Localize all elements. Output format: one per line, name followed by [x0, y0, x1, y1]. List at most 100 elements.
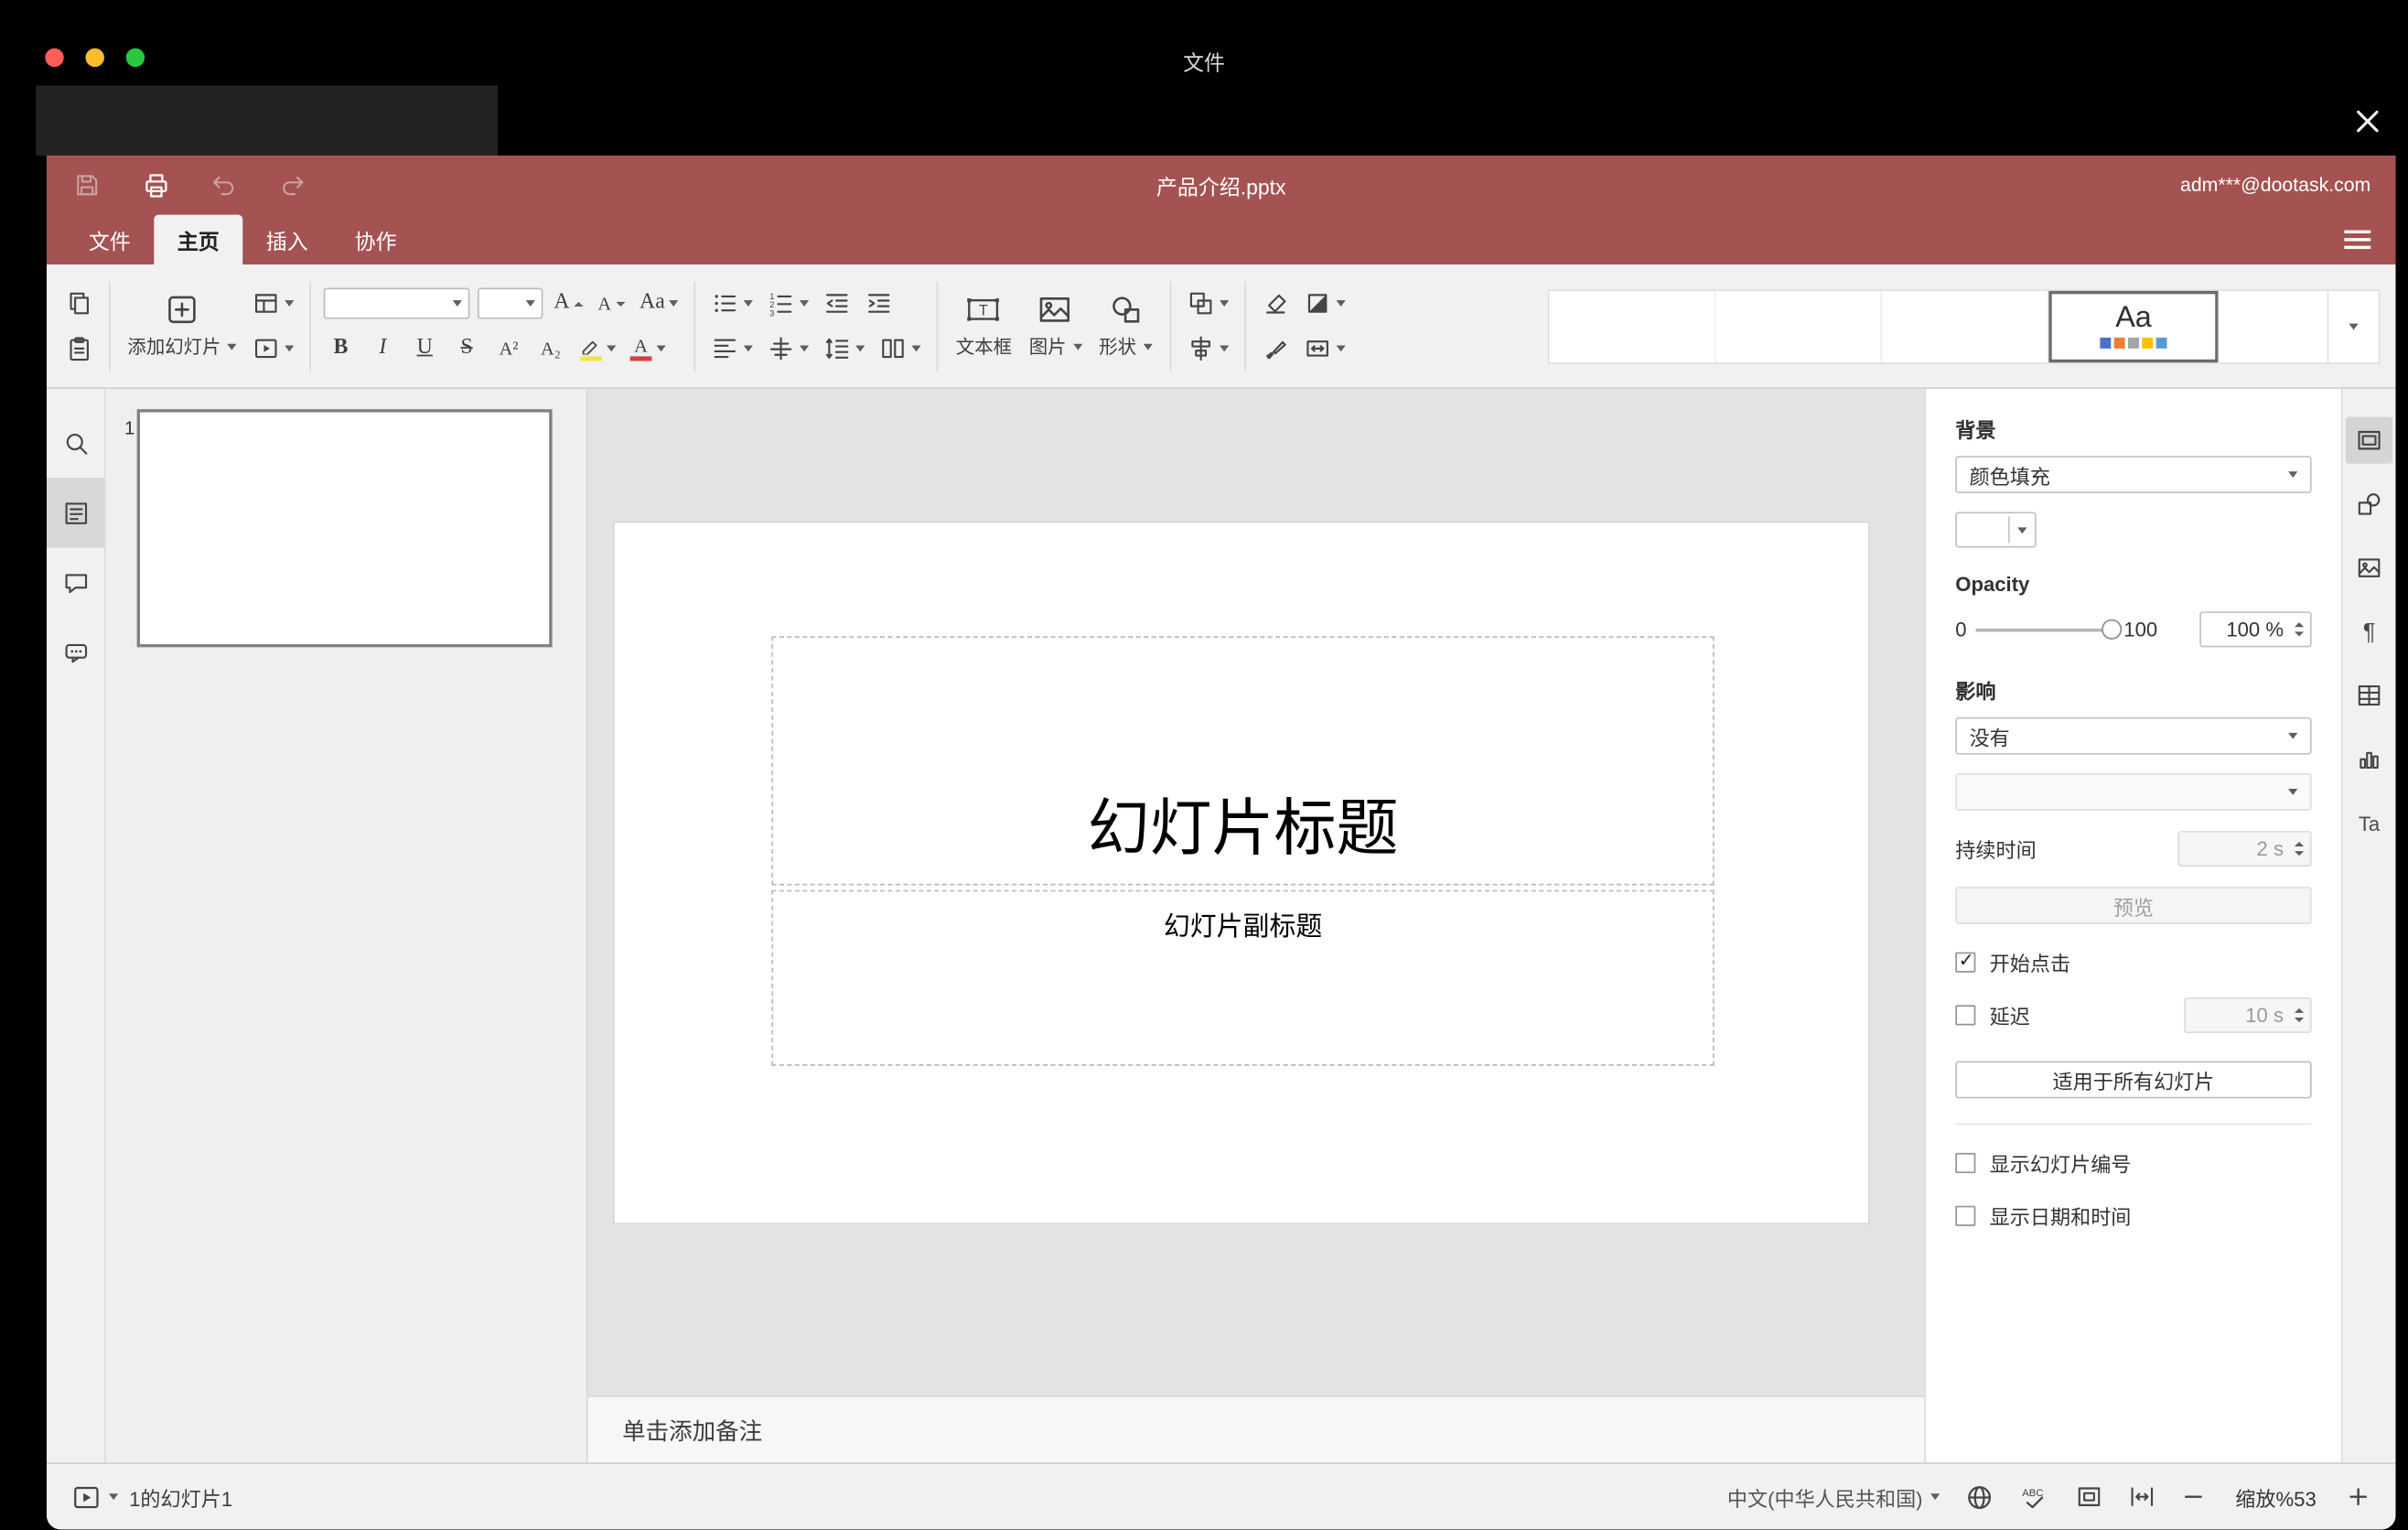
color-picker-arrow[interactable] [2009, 513, 2035, 546]
shape-settings-tab[interactable] [2346, 480, 2392, 527]
theme-thumbnail-blank-2[interactable] [1715, 290, 1883, 362]
increase-indent-button[interactable] [863, 286, 897, 320]
paragraph-settings-tab[interactable]: ¶ [2346, 609, 2392, 655]
title-placeholder[interactable]: 幻灯片标题 [771, 636, 1715, 886]
theme-gallery-expand-button[interactable] [2328, 288, 2381, 364]
effect-select[interactable]: 没有 [1955, 717, 2312, 755]
redo-button[interactable] [277, 169, 308, 200]
bold-button[interactable]: B [324, 331, 358, 365]
text-art-settings-tab[interactable]: Ta [2346, 800, 2392, 846]
print-icon [145, 173, 167, 197]
zoom-in-button[interactable] [2346, 1484, 2370, 1509]
chat-panel-button[interactable] [47, 618, 104, 688]
superscript-button[interactable]: A² [491, 331, 525, 365]
comments-panel-button[interactable] [47, 548, 104, 619]
font-size-select[interactable] [478, 287, 543, 319]
language-select[interactable]: 中文(中华人民共和国) [1727, 1482, 1940, 1512]
slide-canvas[interactable]: 幻灯片标题 幻灯片副标题 [587, 389, 1925, 1396]
chart-settings-tab[interactable] [2346, 736, 2392, 782]
columns-button[interactable] [876, 331, 925, 365]
home-toolbar: 添加幻灯片 A A Aa B I U S A² A₂ A 1 2 3 T 文本框… [47, 264, 2396, 390]
decrease-font-button[interactable]: A [595, 286, 629, 320]
copy-style-button[interactable] [1258, 331, 1292, 365]
copy-button[interactable] [62, 286, 96, 320]
numbered-list-button[interactable]: 123 [765, 286, 813, 320]
preview-slideshow-button[interactable] [249, 331, 297, 365]
insert-image-button[interactable]: 图片 [1025, 293, 1087, 360]
effect-type-select[interactable] [1955, 773, 2312, 811]
image-settings-tab[interactable] [2346, 544, 2392, 591]
print-button[interactable] [140, 169, 171, 200]
theme-thumbnail-selected[interactable]: Aa [2048, 290, 2219, 362]
tab-file[interactable]: 文件 [65, 215, 154, 264]
tab-collaboration[interactable]: 协作 [331, 215, 420, 264]
line-spacing-button[interactable] [821, 331, 869, 365]
undo-button[interactable] [209, 169, 240, 200]
start-on-click-checkbox[interactable] [1955, 949, 1976, 973]
slide[interactable]: 幻灯片标题 幻灯片副标题 [612, 521, 1870, 1225]
strikeout-button[interactable]: S [449, 331, 483, 365]
clipboard-group [62, 286, 96, 366]
duration-spinner[interactable]: 2 s [2177, 830, 2312, 867]
zoom-out-button[interactable] [2181, 1484, 2206, 1509]
delay-spinner[interactable]: 10 s [2184, 997, 2312, 1033]
opacity-slider-knob[interactable] [2102, 618, 2123, 639]
tab-insert[interactable]: 插入 [242, 215, 331, 264]
shape-fill-button[interactable] [1300, 286, 1349, 320]
slide-thumbnail-1[interactable] [136, 409, 553, 648]
tab-home[interactable]: 主页 [154, 214, 243, 265]
slide-settings-tab[interactable] [2346, 416, 2393, 464]
delay-checkbox[interactable] [1955, 1005, 1976, 1026]
theme-thumbnail-blank-1[interactable] [1549, 290, 1716, 362]
slide-size-button[interactable] [1300, 331, 1349, 365]
opacity-spinner[interactable]: 100 % [2199, 611, 2312, 648]
paste-button[interactable] [62, 331, 96, 365]
clear-style-button[interactable] [1258, 286, 1292, 320]
arrange-shape-button[interactable] [1183, 286, 1231, 320]
search-panel-button[interactable] [47, 407, 104, 478]
preview-button[interactable]: 预览 [1955, 887, 2312, 924]
notes-area[interactable]: 单击添加备注 [587, 1395, 1925, 1463]
spellcheck-toggle-button[interactable]: ABC [2019, 1482, 2050, 1512]
background-fill-select[interactable]: 颜色填充 [1955, 456, 2312, 493]
add-slide-button[interactable]: 添加幻灯片 [123, 293, 241, 360]
opacity-slider[interactable] [1975, 618, 2123, 639]
insert-shape-button[interactable]: 形状 [1094, 293, 1156, 360]
background-color-picker[interactable] [1955, 512, 2037, 548]
highlight-color-button[interactable] [575, 331, 619, 365]
subscript-button[interactable]: A₂ [533, 331, 567, 365]
align-shape-button[interactable] [1183, 331, 1231, 365]
close-editor-button[interactable] [2348, 102, 2388, 142]
decrease-indent-button[interactable] [821, 286, 855, 320]
apply-to-all-slides-button[interactable]: 适用于所有幻灯片 [1955, 1061, 2312, 1099]
bullet-list-button[interactable] [708, 286, 757, 320]
font-color-button[interactable]: A [627, 331, 669, 365]
change-case-button[interactable]: Aa [637, 286, 683, 320]
save-button[interactable] [71, 169, 102, 200]
slide-title-text: 幻灯片标题 [1087, 794, 1399, 864]
slides-panel-button[interactable] [47, 477, 104, 548]
fit-width-icon [2131, 1487, 2154, 1506]
insert-text-box-button[interactable]: T 文本框 [951, 293, 1016, 360]
show-slide-number-checkbox[interactable] [1955, 1152, 1976, 1174]
fit-to-slide-button[interactable] [2075, 1482, 2103, 1511]
fit-to-width-button[interactable] [2128, 1482, 2156, 1511]
subtitle-placeholder[interactable]: 幻灯片副标题 [771, 889, 1715, 1066]
theme-thumbnail-blank-3[interactable] [1882, 290, 2049, 362]
italic-button[interactable]: I [366, 331, 400, 365]
spellcheck-language-button[interactable] [1964, 1482, 1994, 1512]
header-menu-button[interactable] [2338, 224, 2378, 255]
spinner-arrows[interactable] [2294, 999, 2305, 1032]
show-date-time-checkbox[interactable] [1955, 1205, 1976, 1226]
quick-access-toolbar [71, 169, 307, 200]
table-settings-tab[interactable] [2346, 673, 2392, 719]
increase-font-button[interactable]: A [551, 286, 586, 320]
change-layout-button[interactable] [249, 286, 297, 320]
spinner-arrows[interactable] [2294, 833, 2305, 866]
start-slideshow-statusbar-button[interactable] [71, 1482, 119, 1512]
horizontal-align-button[interactable] [708, 331, 757, 365]
font-name-select[interactable] [323, 287, 470, 319]
vertical-align-button[interactable] [765, 331, 813, 365]
underline-button[interactable]: U [408, 331, 442, 365]
spinner-arrows[interactable] [2294, 613, 2305, 646]
